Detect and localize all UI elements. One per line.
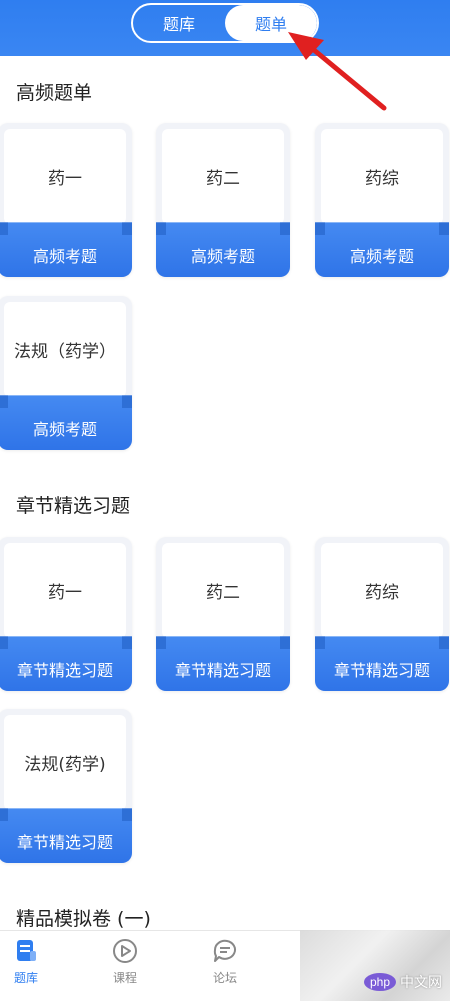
play-circle-icon <box>113 939 137 963</box>
tab-question-list[interactable]: 题单 <box>225 5 317 41</box>
top-header: 题库 题单 <box>0 0 450 56</box>
watermark-text: 中文网 <box>400 975 442 991</box>
card-subject: 药一 <box>4 129 126 224</box>
card-chapter-yao1[interactable]: 药一 章节精选习题 <box>0 537 132 691</box>
nav-item-question-bank[interactable]: 题库 <box>0 937 56 993</box>
nav-label: 题库 <box>13 971 38 985</box>
card-high-freq-yao1[interactable]: 药一 高频考题 <box>0 123 132 277</box>
section-title-high-frequency: 高频题单 <box>16 82 93 104</box>
section-title-mock-exam: 精品模拟卷 (一) <box>16 908 151 930</box>
card-label: 高频考题 <box>190 247 255 266</box>
card-label: 高频考题 <box>32 247 97 266</box>
card-label: 章节精选习题 <box>333 661 430 680</box>
chat-bubble-icon <box>213 939 236 962</box>
card-label: 章节精选习题 <box>16 833 113 852</box>
card-high-freq-yao2[interactable]: 药二 高频考题 <box>156 123 290 277</box>
card-label: 章节精选习题 <box>16 661 113 680</box>
tab-question-bank[interactable]: 题库 <box>133 5 225 41</box>
card-subject: 药二 <box>162 129 284 224</box>
card-subject: 药综 <box>321 129 443 224</box>
card-chapter-yaozong[interactable]: 药综 章节精选习题 <box>315 537 449 691</box>
nav-label: 论坛 <box>212 971 237 985</box>
card-chapter-yao2[interactable]: 药二 章节精选习题 <box>156 537 290 691</box>
card-subject: 法规(药学) <box>4 715 126 810</box>
card-subject: 药二 <box>162 543 284 638</box>
document-icon <box>17 940 36 961</box>
nav-label: 课程 <box>112 971 137 985</box>
nav-item-courses[interactable]: 课程 <box>95 937 155 993</box>
card-subject: 法规（药学） <box>4 302 126 397</box>
nav-item-forum[interactable]: 论坛 <box>195 937 255 993</box>
watermark-logo: php <box>363 973 396 991</box>
card-high-freq-yaozong[interactable]: 药综 高频考题 <box>315 123 449 277</box>
section-title-chapter-exercises: 章节精选习题 <box>16 495 131 517</box>
card-subject: 药一 <box>4 543 126 638</box>
card-label: 高频考题 <box>32 420 97 439</box>
card-label: 章节精选习题 <box>174 661 271 680</box>
tab-switcher: 题库 题单 <box>131 3 319 43</box>
card-chapter-regulations[interactable]: 法规(药学) 章节精选习题 <box>0 709 132 863</box>
watermark: php 中文网 <box>363 972 442 992</box>
card-high-freq-regulations[interactable]: 法规（药学） 高频考题 <box>0 296 132 450</box>
card-subject: 药综 <box>321 543 443 638</box>
card-label: 高频考题 <box>349 247 414 266</box>
